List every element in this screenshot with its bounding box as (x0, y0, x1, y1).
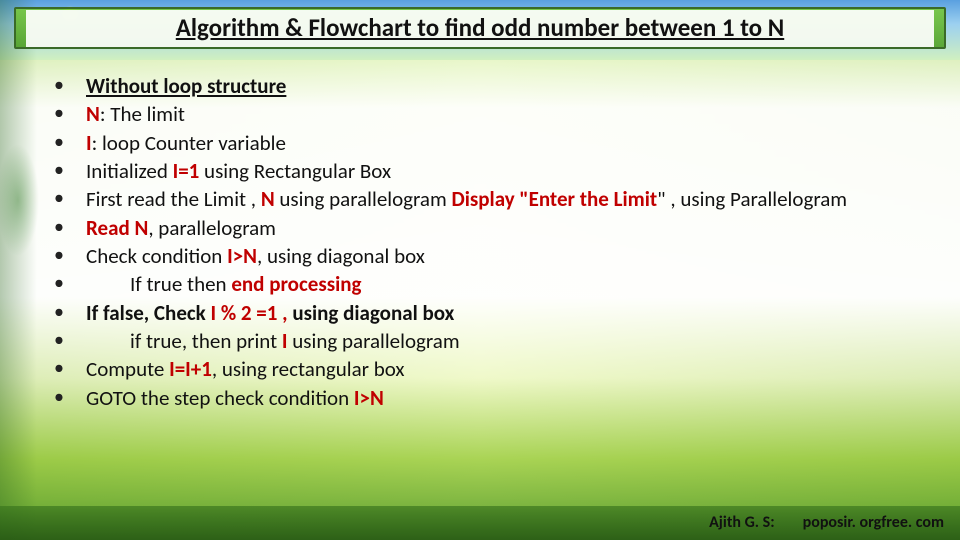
content-area: Without loop structure N: The limit I: l… (40, 72, 920, 490)
text-emph: Display "Enter the Limit (452, 186, 658, 212)
bullet-item: If true then end processing (40, 270, 920, 298)
text: , using diagonal box (257, 243, 425, 269)
bullet-item: N: The limit (40, 100, 920, 128)
bullet-item: I: loop Counter variable (40, 129, 920, 157)
footer-site: poposir. orgfree. com (803, 513, 944, 532)
text-var: I>N (227, 243, 257, 269)
title-bar: Algorithm & Flowchart to find odd number… (14, 7, 946, 49)
text-heading: Without loop structure (86, 73, 286, 99)
bullet-list: Without loop structure N: The limit I: l… (40, 72, 920, 412)
text-var: I % 2 =1 , (211, 300, 293, 326)
text: , using rectangular box (212, 356, 405, 382)
text-var: I=1 (173, 158, 200, 184)
text: Initialized (86, 158, 173, 184)
text: Check condition (86, 243, 227, 269)
slide: Algorithm & Flowchart to find odd number… (0, 0, 960, 540)
text: using Rectangular Box (199, 158, 391, 184)
text-emph: end processing (231, 271, 361, 297)
text: using diagonal box (292, 300, 454, 326)
text: " , using Parallelogram (657, 186, 847, 212)
text: : The limit (100, 101, 185, 127)
text-var: I=I+1 (169, 356, 212, 382)
bullet-item: Initialized I=1 using Rectangular Box (40, 157, 920, 185)
text: if true, then print (130, 328, 282, 354)
slide-title: Algorithm & Flowchart to find odd number… (26, 10, 934, 47)
text-var: N (261, 186, 275, 212)
text-var: N (86, 101, 100, 127)
text: Compute (86, 356, 169, 382)
bullet-item: Compute I=I+1, using rectangular box (40, 355, 920, 383)
text: using parallelogram (288, 328, 460, 354)
text-emph: Read N (86, 215, 148, 241)
text: , parallelogram (148, 215, 276, 241)
bullet-item: First read the Limit , N using parallelo… (40, 185, 920, 213)
indent: If true then end processing (86, 270, 361, 298)
text: : loop Counter variable (92, 130, 286, 156)
indent: if true, then print I using parallelogra… (86, 327, 460, 355)
bullet-item: GOTO the step check condition I>N (40, 384, 920, 412)
bullet-item: If false, Check I % 2 =1 , using diagona… (40, 299, 920, 327)
footer-author: Ajith G. S: (709, 513, 775, 532)
text: If true then (130, 271, 231, 297)
footer: Ajith G. S: poposir. orgfree. com (709, 513, 944, 532)
bullet-item: Read N, parallelogram (40, 214, 920, 242)
text: First read the Limit , (86, 186, 261, 212)
bullet-item: if true, then print I using parallelogra… (40, 327, 920, 355)
text: If false, Check (86, 300, 211, 326)
text: GOTO the step check condition (86, 385, 354, 411)
text-var: I>N (354, 385, 384, 411)
bullet-item: Check condition I>N, using diagonal box (40, 242, 920, 270)
text: using parallelogram (275, 186, 452, 212)
bullet-item: Without loop structure (40, 72, 920, 100)
